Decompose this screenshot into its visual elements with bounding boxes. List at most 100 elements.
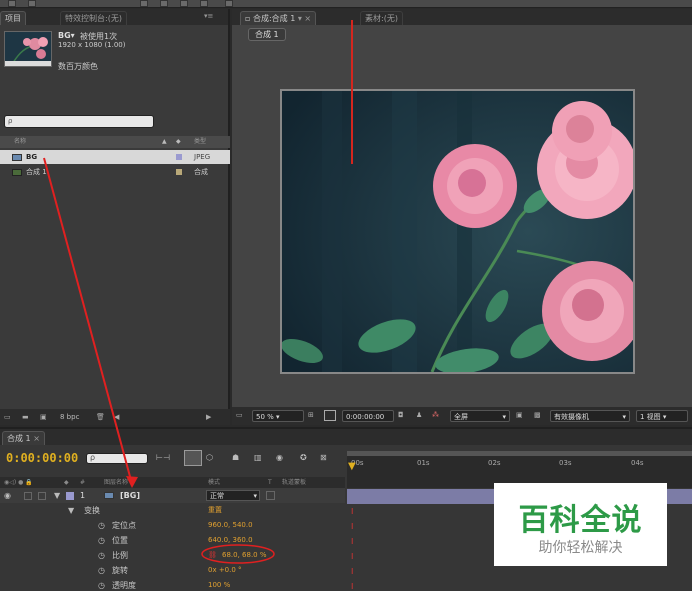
stopwatch-icon[interactable]: ◷ [98, 518, 105, 533]
anchor-point-value[interactable]: 960.0, 540.0 [208, 518, 253, 533]
timeline-search-input[interactable]: ρ [86, 453, 148, 464]
position-value[interactable]: 640.0, 360.0 [208, 533, 253, 548]
transform-group[interactable]: ▼ 变换 重置 [0, 503, 345, 518]
col-t: T [268, 479, 272, 486]
zoom-dropdown[interactable]: 50 % ▾ [252, 410, 304, 422]
work-area-bar[interactable] [347, 451, 692, 456]
camera-tool-icon[interactable] [140, 0, 148, 7]
channel-icon[interactable]: ⁂ [432, 411, 439, 419]
selection-tool-icon[interactable] [8, 0, 16, 7]
footage-color-depth: 数百万颜色 [58, 62, 98, 71]
watermark-subtitle: 助你轻松解决 [538, 540, 623, 556]
scroll-left-icon[interactable]: ◀ [114, 409, 119, 425]
expand-arrow-icon[interactable]: ▼ [68, 503, 74, 518]
timecode-field[interactable]: 0:00:00:00 [342, 410, 394, 422]
property-row: ◷ 透明度 100 % [0, 578, 345, 591]
shy-layers-icon[interactable]: ☗ [232, 453, 239, 462]
label-tag-icon[interactable]: ◆ [176, 136, 181, 148]
col-type[interactable]: 类型 [194, 136, 206, 148]
brainstorm-icon[interactable]: ✪ [300, 453, 307, 462]
resolution-dropdown[interactable]: 全屏 ▾ [450, 410, 510, 422]
snapshot-icon[interactable]: ◘ [398, 411, 404, 419]
keyframe-marker-icon: I [351, 522, 354, 531]
expand-arrow-icon[interactable]: ▼ [54, 488, 60, 503]
lock-toggle[interactable] [38, 492, 46, 500]
list-item[interactable]: 合成 1 合成 [0, 165, 230, 179]
show-snapshot-icon[interactable]: ♟ [416, 411, 422, 419]
property-row: ◷ 比例 ⛓ 68.0, 68.0 % [0, 548, 345, 563]
lock-icon[interactable]: ▫ [245, 14, 253, 23]
hand-tool-icon[interactable] [28, 0, 36, 7]
search-icon: ρ [90, 453, 96, 462]
col-mode[interactable]: 模式 [208, 477, 220, 488]
transform-reset-link[interactable]: 重置 [208, 503, 222, 518]
fast-preview-icon[interactable]: ▣ [516, 411, 523, 419]
col-layer-name[interactable]: 图层名称 [104, 477, 128, 488]
toolbar [0, 0, 692, 8]
layer-name[interactable]: [BG] [120, 488, 140, 503]
col-name[interactable]: 名称 [14, 136, 26, 148]
transparency-grid-icon[interactable]: ▩ [534, 411, 541, 419]
stopwatch-icon[interactable]: ◷ [98, 533, 105, 548]
current-time-display[interactable]: 0:00:00:00 [6, 451, 78, 465]
interpret-footage-icon[interactable]: ▭ [4, 409, 11, 425]
list-item[interactable]: BG JPEG [0, 150, 230, 164]
pen-tool-icon[interactable] [200, 0, 208, 7]
comp-mini-flowchart-icon[interactable]: ⊢⊣ [156, 453, 170, 462]
region-of-interest-icon[interactable] [324, 410, 336, 421]
sort-arrow-icon[interactable]: ▲ [162, 136, 167, 148]
project-panel: 项目 特效控制台:(无) ▾≡ BG▾ 被使用1次 1920 x 1080 (1… [0, 9, 230, 425]
label-swatch [176, 169, 182, 175]
new-comp-icon[interactable]: ▣ [40, 409, 47, 425]
project-search-input[interactable]: ρ [4, 115, 154, 128]
safe-margins-icon[interactable]: ⊞ [308, 411, 314, 419]
frame-blending-icon[interactable]: ▥ [254, 453, 262, 462]
panel-menu-icon[interactable]: ▾≡ [204, 12, 213, 20]
tab-composition[interactable]: ▫ 合成:合成 1 ▾ × [240, 11, 317, 25]
opacity-value[interactable]: 100 % [208, 578, 230, 591]
preserve-transparency-toggle[interactable] [266, 491, 275, 500]
draft-3d-icon[interactable]: ⬡ [206, 453, 213, 462]
ruler-label: 02s [488, 459, 501, 467]
tab-footage[interactable]: 素材:(无) [360, 11, 403, 25]
trash-icon[interactable]: 🗑 [96, 409, 105, 425]
always-preview-icon[interactable]: ▭ [236, 411, 243, 419]
search-icon: ρ [8, 117, 13, 125]
eye-icon[interactable]: ◉ [4, 488, 11, 503]
playhead-handle-icon[interactable]: ▼ [348, 461, 356, 472]
views-dropdown[interactable]: 1 视图 ▾ [636, 410, 688, 422]
scroll-right-icon[interactable]: ▶ [206, 409, 211, 425]
col-trkmat[interactable]: 轨道蒙板 [282, 477, 306, 488]
solo-toggle[interactable] [24, 492, 32, 500]
motion-blur-icon[interactable]: ◉ [276, 453, 283, 462]
rotation-value[interactable]: 0x +0.0 ° [208, 563, 242, 578]
tab-effect-controls[interactable]: 特效控制台:(无) [60, 11, 127, 25]
tab-project[interactable]: 项目 [0, 11, 26, 25]
text-tool-icon[interactable] [225, 0, 233, 7]
label-swatch[interactable] [66, 492, 74, 500]
property-row: ◷ 位置 640.0, 360.0 [0, 533, 345, 548]
live-update-icon[interactable] [184, 450, 202, 466]
new-folder-icon[interactable]: ▬ [22, 409, 29, 425]
tab-timeline-comp[interactable]: 合成 1 × [2, 431, 45, 445]
blend-mode-dropdown[interactable]: 正常 ▾ [206, 490, 260, 501]
footage-name: BG▾ [58, 31, 75, 40]
mask-tool-icon[interactable] [180, 0, 188, 7]
playhead-line[interactable] [351, 20, 353, 164]
stopwatch-icon[interactable]: ◷ [98, 578, 105, 591]
graph-editor-icon[interactable]: ⊠ [320, 453, 327, 462]
composition-viewer[interactable] [280, 89, 635, 374]
constrain-proportions-icon[interactable]: ⛓ [208, 548, 217, 563]
bit-depth-toggle[interactable]: 8 bpc [60, 409, 79, 425]
stopwatch-icon[interactable]: ◷ [98, 548, 105, 563]
av-switches-icon: ◉◁) ● 🔒 [4, 479, 33, 486]
camera-dropdown[interactable]: 有效摄像机 ▾ [550, 410, 630, 422]
property-row: ◷ 定位点 960.0, 540.0 [0, 518, 345, 533]
stopwatch-icon[interactable]: ◷ [98, 563, 105, 578]
project-footer: ▭ ▬ ▣ 8 bpc 🗑 ◀ ▶ [0, 409, 230, 425]
breadcrumb[interactable]: 合成 1 [248, 28, 286, 41]
scale-value[interactable]: 68.0, 68.0 % [222, 548, 267, 563]
layer-number: 1 [80, 491, 86, 500]
pan-behind-tool-icon[interactable] [160, 0, 168, 7]
layer-row[interactable]: ◉ ▼ 1 [BG] 正常 ▾ [0, 488, 345, 503]
